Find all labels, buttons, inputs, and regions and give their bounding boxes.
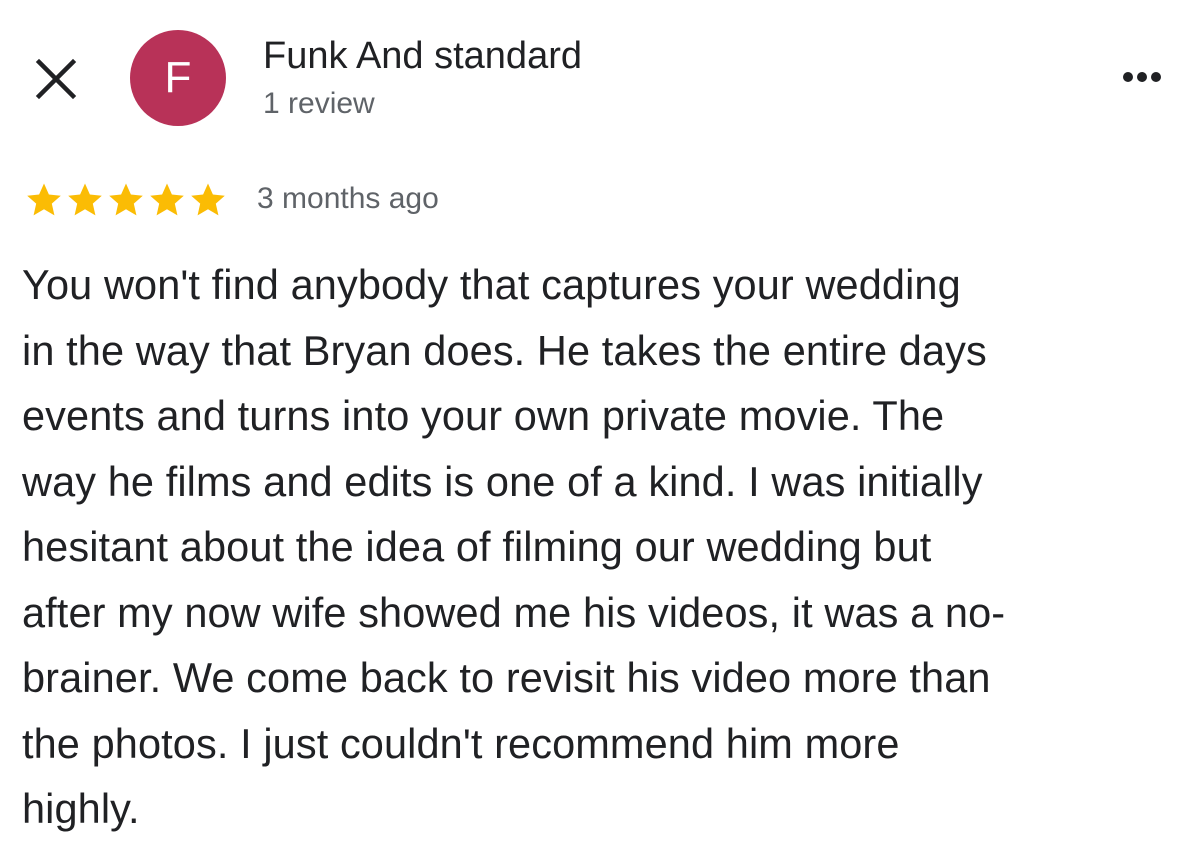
more-horizontal-icon: [1123, 72, 1161, 82]
review-text-line: hesitant about the idea of filming our w…: [22, 523, 932, 570]
close-icon: [35, 58, 77, 100]
review-text-line: events and turns into your own private m…: [22, 392, 945, 439]
star-icon: [27, 183, 61, 216]
review-text-line: after my now wife showed me his videos, …: [22, 588, 1006, 636]
star-icon: [150, 183, 184, 216]
review-text-line: in the way that Bryan does. He takes the…: [22, 326, 987, 374]
review-text-line: You won't find anybody that captures you…: [22, 261, 961, 308]
star-icon: [191, 183, 225, 216]
avatar-initial: F: [164, 53, 192, 102]
star-icon: [68, 183, 102, 216]
close-button[interactable]: [34, 57, 78, 101]
review-text-line: way he films and edits is one of a kind.…: [22, 457, 983, 505]
avatar[interactable]: F: [130, 30, 226, 126]
review-time: 3 months ago: [257, 182, 439, 215]
review-text-line: brainer. We come back to revisit his vid…: [22, 654, 991, 701]
star-icon: [109, 183, 143, 216]
review-text-line: highly.: [22, 785, 140, 832]
author-name[interactable]: Funk And standard: [263, 35, 582, 79]
star-rating: [24, 181, 230, 219]
review-text-line: the photos. I just couldn't recommend hi…: [22, 719, 900, 767]
more-options-button[interactable]: [1122, 66, 1162, 88]
review-count: 1 review: [263, 87, 375, 120]
review-text: You won't find anybody that captures you…: [22, 252, 1162, 842]
